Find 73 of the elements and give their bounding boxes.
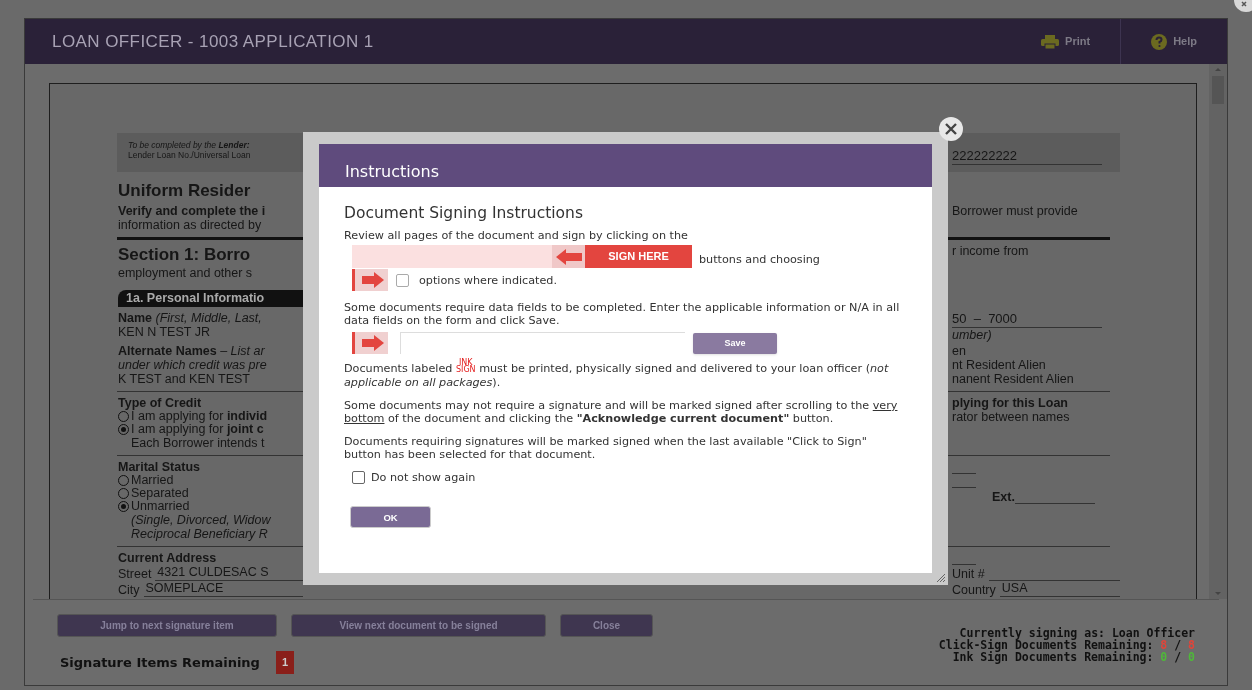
dialog-heading: Document Signing Instructions <box>344 207 584 220</box>
checkbox[interactable] <box>396 273 409 287</box>
form-label: Ext. <box>992 491 1015 504</box>
form-label: Marital Status <box>118 460 201 474</box>
field-value: 4321 CULDESAC S <box>155 566 303 581</box>
help-icon <box>1151 33 1168 50</box>
form-text: en <box>952 344 967 358</box>
form-text: Alternate Names – List ar <box>118 344 266 358</box>
option-label: Unmarried <box>131 500 190 513</box>
print-button[interactable]: Print <box>1011 19 1121 64</box>
form-label: plying for this Loan <box>952 396 1069 410</box>
status-text: Click-Sign Documents Remaining: 8 / 8 <box>938 639 1195 651</box>
form-label: Current Address <box>118 551 218 565</box>
dialog-title: Instructions <box>319 144 932 187</box>
form-text: K TEST and KEN TEST <box>118 372 251 386</box>
form-text: under which credit was pre <box>118 358 268 372</box>
arrow-tab-icon <box>352 332 388 354</box>
form-text: nanent Resident Alien <box>952 372 1075 386</box>
form-text: umber) <box>952 328 993 342</box>
field-value: SOMEPLACE <box>143 582 303 597</box>
section-header: 1a. Personal Informatio <box>118 290 303 307</box>
form-text: r income from <box>952 244 1030 258</box>
option-label: Married <box>131 474 174 487</box>
arrow-tab-icon <box>352 269 388 291</box>
field-value: USA <box>999 582 1120 597</box>
window-title: LOAN OFFICER - 1003 APPLICATION 1 <box>52 30 375 53</box>
form-text: nt Resident Alien <box>952 358 1047 372</box>
form-text: Borrower must provide <box>952 204 1079 218</box>
instruction-text: buttons and choosing <box>699 252 820 266</box>
instruction-text: Review all pages of the document and sign by clicking on the <box>344 229 689 242</box>
close-icon <box>945 123 957 135</box>
form-text: rator between names <box>952 410 1071 424</box>
action-button[interactable]: Jump to next signature item <box>57 614 277 637</box>
form-note: Lender Loan No./Universal Loan <box>127 150 252 160</box>
form-label: City <box>118 584 140 597</box>
form-text: employment and other s <box>118 266 254 280</box>
resize-grip-icon[interactable] <box>936 573 946 583</box>
instruction-text: Some documents may not require a signature and will be marked signed after scrolling to the very bottom of the document and clicking the "Acknowledge current document" button. <box>344 399 899 425</box>
form-label: Verify and complete the i <box>118 204 267 218</box>
status-text: Currently signing as: Loan Officer <box>959 627 1195 639</box>
save-button[interactable]: Save <box>693 332 777 354</box>
form-label: Street <box>118 568 152 581</box>
form-text: Name (First, Middle, Last, <box>118 311 263 325</box>
status-text: Ink Sign Documents Remaining: 0 / 0 <box>952 651 1195 663</box>
form-label: Type of Credit <box>118 396 203 410</box>
field-value: 222222222 <box>952 148 1102 165</box>
help-button[interactable]: Help <box>1120 19 1227 64</box>
instruction-text: Some documents require data fields to be completed. Enter the applicable information or N/A in all data fields on the form and click Save. <box>344 301 901 327</box>
option-label: I am applying for individ <box>131 410 268 423</box>
form-text: Reciprocal Beneficiary R <box>130 527 269 541</box>
form-text: KEN N TEST JR <box>118 325 211 339</box>
checkbox[interactable] <box>352 471 365 484</box>
form-heading: Uniform Resider <box>118 180 252 202</box>
action-button[interactable]: View next document to be signed <box>291 614 546 637</box>
remaining-label: Signature Items Remaining <box>60 653 260 672</box>
count-badge: 1 <box>275 651 295 674</box>
option-label: I am applying for joint c <box>131 423 264 436</box>
form-label: Unit # <box>952 568 985 581</box>
form-heading: Section 1: Borro <box>118 244 252 266</box>
checkbox-label: Do not show again <box>371 471 476 484</box>
printer-icon <box>1041 34 1060 49</box>
form-label: Country <box>952 584 996 597</box>
close-icon[interactable] <box>1232 0 1252 14</box>
form-text: information as directed by <box>118 218 263 232</box>
scrollbar[interactable] <box>1209 64 1227 599</box>
form-text: Each Borrower intends t <box>130 436 266 450</box>
instruction-text: options where indicated. <box>419 273 558 287</box>
field-value: 50 – 7000 <box>952 311 1102 328</box>
action-button[interactable]: Close <box>560 614 653 637</box>
instruction-text: Documents requiring signatures will be marked signed when the last available "Click to Sign" button has been selected for that document. <box>344 435 868 461</box>
ok-button[interactable]: OK <box>350 506 431 528</box>
form-text: (Single, Divorced, Widow <box>130 513 272 527</box>
option-label: Separated <box>131 487 189 500</box>
